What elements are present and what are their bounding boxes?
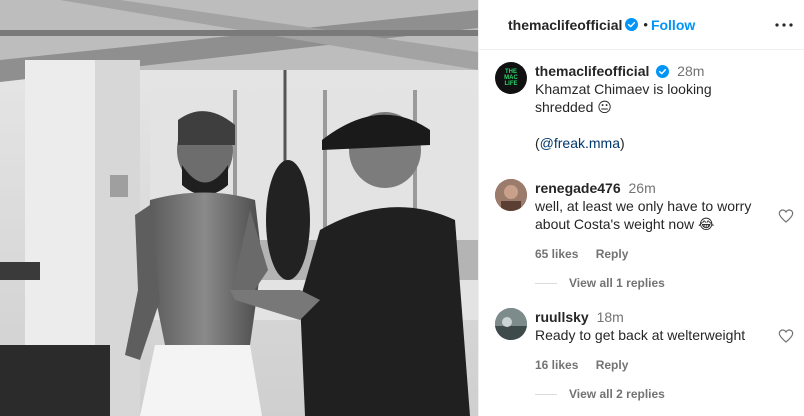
comment-item: ruullsky 18m Ready to get back at welter… bbox=[495, 308, 794, 372]
comment-username[interactable]: renegade476 bbox=[535, 180, 621, 196]
comment-text: Ready to get back at welterweight bbox=[535, 327, 746, 343]
more-options-icon[interactable] bbox=[774, 15, 794, 35]
avatar[interactable] bbox=[495, 179, 527, 211]
post-photo[interactable] bbox=[0, 0, 478, 416]
view-replies-label: View all 2 replies bbox=[569, 387, 665, 401]
verified-badge-icon bbox=[625, 18, 639, 31]
comment-username[interactable]: ruullsky bbox=[535, 309, 589, 325]
heart-icon[interactable] bbox=[778, 208, 794, 224]
comment-text: well, at least we only have to worry abo… bbox=[535, 198, 752, 232]
verified-badge-icon bbox=[656, 65, 670, 78]
view-replies-button[interactable]: View all 1 replies bbox=[535, 276, 665, 290]
follow-button[interactable]: Follow bbox=[651, 17, 695, 33]
comment-actions: 16 likes Reply bbox=[535, 356, 768, 374]
post-header: themaclifeofficial • Follow bbox=[479, 0, 804, 50]
separator-dot: • bbox=[643, 17, 648, 32]
post-caption: THE MAC LIFE themaclifeofficial 28m Kham… bbox=[495, 62, 794, 151]
comment-timestamp[interactable]: 26m bbox=[629, 180, 656, 196]
caption-timestamp[interactable]: 28m bbox=[677, 63, 704, 79]
caption-text: Khamzat Chimaev is looking shredded 😐 bbox=[535, 81, 712, 115]
comment-item: renegade476 26m well, at least we only h… bbox=[495, 179, 794, 263]
comment-likes[interactable]: 16 likes bbox=[535, 358, 578, 372]
comment-likes[interactable]: 65 likes bbox=[535, 247, 578, 261]
reply-button[interactable]: Reply bbox=[596, 247, 629, 261]
post-author-username[interactable]: themaclifeofficial bbox=[508, 17, 622, 33]
view-replies-label: View all 1 replies bbox=[569, 276, 665, 290]
credit-close: ) bbox=[620, 135, 625, 151]
comment-timestamp[interactable]: 18m bbox=[597, 309, 624, 325]
mention-link[interactable]: @freak.mma bbox=[540, 135, 620, 151]
avatar-logo-text: THE MAC LIFE bbox=[504, 69, 518, 87]
gym-photo-illustration bbox=[0, 0, 478, 416]
caption-body: themaclifeofficial 28m Khamzat Chimaev i… bbox=[535, 62, 768, 152]
comment-actions: 65 likes Reply bbox=[535, 245, 768, 263]
post-details-panel: themaclifeofficial • Follow THE MAC LIFE… bbox=[478, 0, 804, 416]
reply-button[interactable]: Reply bbox=[596, 358, 629, 372]
replies-divider bbox=[535, 282, 557, 284]
avatar[interactable] bbox=[495, 308, 527, 340]
view-replies-button[interactable]: View all 2 replies bbox=[535, 387, 665, 401]
heart-icon[interactable] bbox=[778, 328, 794, 344]
replies-divider bbox=[535, 393, 557, 395]
comment-body: ruullsky 18m Ready to get back at welter… bbox=[535, 308, 768, 374]
avatar[interactable]: THE MAC LIFE bbox=[495, 62, 527, 94]
comment-body: renegade476 26m well, at least we only h… bbox=[535, 179, 768, 263]
caption-credit: (@freak.mma) bbox=[535, 134, 768, 152]
caption-username[interactable]: themaclifeofficial bbox=[535, 63, 649, 79]
